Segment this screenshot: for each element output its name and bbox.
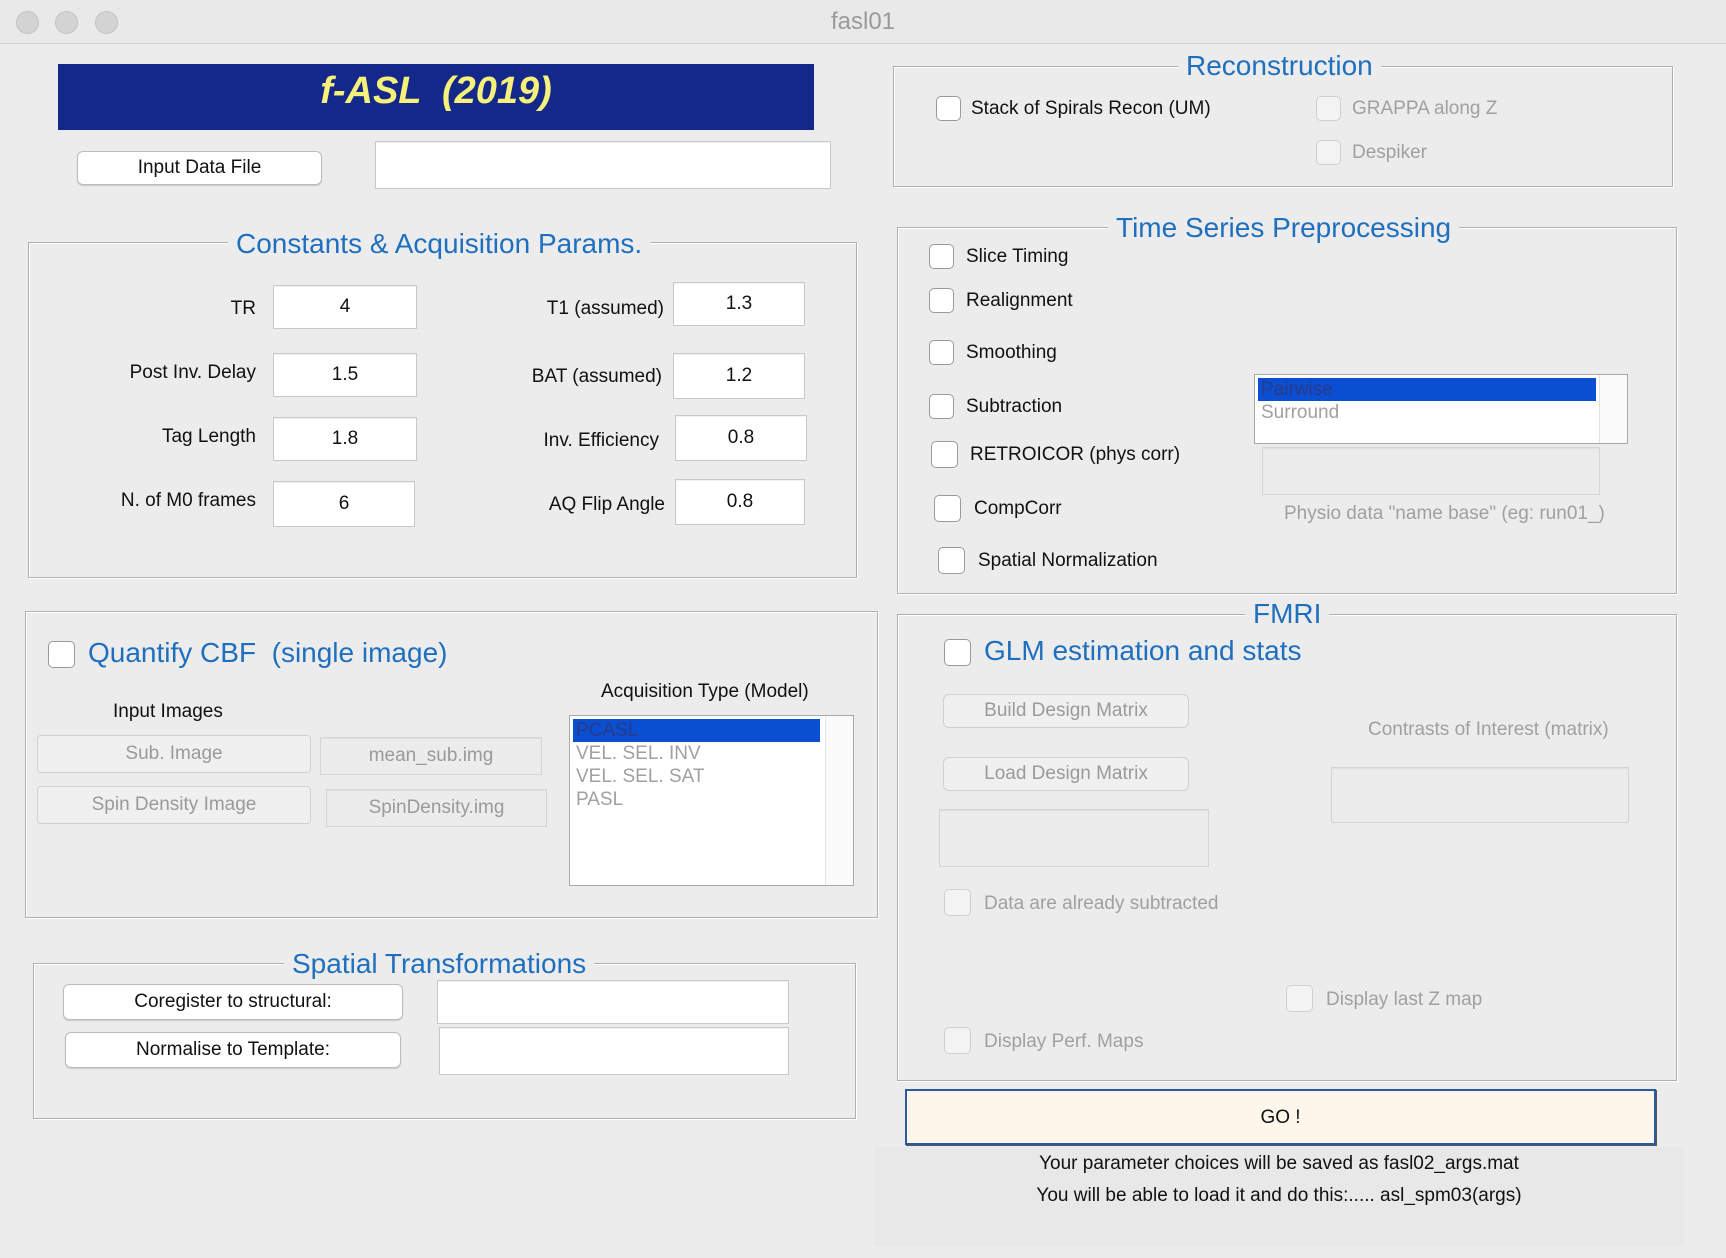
subtraction-label: Subtraction <box>966 396 1063 417</box>
subtraction-option[interactable]: Pairwise <box>1258 378 1596 401</box>
quantify-cbf-checkbox[interactable] <box>48 641 75 668</box>
stack-of-spirals-checkbox[interactable] <box>936 96 961 121</box>
t1-field[interactable]: 1.3 <box>673 282 805 326</box>
app-window: fasl01 f-ASL (2019) Input Data File Cons… <box>0 0 1726 1258</box>
physio-data-field <box>1262 447 1600 495</box>
display-perf-maps-checkbox[interactable] <box>944 1027 971 1054</box>
subtraction-method-list[interactable]: Pairwise Surround <box>1254 374 1628 444</box>
sub-image-button[interactable]: Sub. Image <box>37 735 311 773</box>
already-subtracted-label: Data are already subtracted <box>984 893 1219 914</box>
post-inv-delay-field[interactable]: 1.5 <box>273 353 417 397</box>
slice-timing-label: Slice Timing <box>966 246 1069 267</box>
flip-angle-label: AQ Flip Angle <box>548 494 665 515</box>
m0-frames-field[interactable]: 6 <box>273 481 415 527</box>
contrasts-field <box>1331 767 1629 823</box>
despiker-label: Despiker <box>1352 142 1427 163</box>
despiker-checkbox[interactable] <box>1316 140 1341 165</box>
go-button[interactable]: GO ! <box>905 1089 1656 1145</box>
compcorr-checkbox[interactable] <box>934 495 961 522</box>
acq-type-scrollbar[interactable] <box>825 716 853 885</box>
spatial-panel-title: Spatial Transformations <box>284 948 595 980</box>
slice-timing-checkbox[interactable] <box>929 244 954 269</box>
acq-type-option[interactable]: VEL. SEL. INV <box>573 742 850 765</box>
acquisition-type-label: Acquisition Type (Model) <box>601 681 809 702</box>
build-design-matrix-button[interactable]: Build Design Matrix <box>943 694 1189 728</box>
retroicor-checkbox[interactable] <box>931 441 958 468</box>
normalise-field[interactable] <box>439 1027 789 1075</box>
inv-efficiency-field[interactable]: 0.8 <box>675 415 807 461</box>
flip-angle-field[interactable]: 0.8 <box>675 479 805 525</box>
fmri-panel-title: FMRI <box>1245 598 1330 630</box>
realignment-label: Realignment <box>966 290 1073 311</box>
inv-efficiency-label: Inv. Efficiency <box>543 430 659 451</box>
acq-type-option[interactable]: PASL <box>573 788 850 811</box>
spatial-normalization-checkbox[interactable] <box>938 547 965 574</box>
stack-of-spirals-label: Stack of Spirals Recon (UM) <box>971 98 1211 119</box>
title-bar: fasl01 <box>0 0 1726 44</box>
load-message: You will be able to load it and do this:… <box>1036 1185 1522 1206</box>
smoothing-label: Smoothing <box>966 342 1057 363</box>
realignment-checkbox[interactable] <box>929 288 954 313</box>
tag-length-label: Tag Length <box>161 426 256 447</box>
glm-label: GLM estimation and stats <box>984 635 1302 666</box>
input-data-file-field[interactable] <box>375 141 831 189</box>
subtraction-option[interactable]: Surround <box>1258 401 1624 424</box>
acq-type-option[interactable]: VEL. SEL. SAT <box>573 765 850 788</box>
already-subtracted-checkbox[interactable] <box>944 889 971 916</box>
coregister-button[interactable]: Coregister to structural: <box>63 984 403 1020</box>
m0-frames-label: N. of M0 frames <box>120 490 256 511</box>
contrasts-label: Contrasts of Interest (matrix) <box>1368 719 1609 740</box>
display-z-map-checkbox[interactable] <box>1286 985 1313 1012</box>
grappa-checkbox[interactable] <box>1316 96 1341 121</box>
display-perf-maps-label: Display Perf. Maps <box>984 1031 1144 1052</box>
spatial-normalization-label: Spatial Normalization <box>978 550 1158 571</box>
compcorr-label: CompCorr <box>974 498 1062 519</box>
reconstruction-panel-title: Reconstruction <box>1178 50 1381 82</box>
spin-density-field: SpinDensity.img <box>326 789 547 827</box>
tr-field[interactable]: 4 <box>273 285 417 329</box>
acquisition-type-list[interactable]: PCASL VEL. SEL. INV VEL. SEL. SAT PASL <box>569 715 854 886</box>
display-z-map-label: Display last Z map <box>1326 989 1483 1010</box>
physio-data-label: Physio data "name base" (eg: run01_) <box>1284 503 1605 524</box>
glm-checkbox[interactable] <box>944 639 971 666</box>
tr-label: TR <box>230 298 256 319</box>
save-message: Your parameter choices will be saved as … <box>1039 1153 1519 1174</box>
smoothing-checkbox[interactable] <box>929 340 954 365</box>
input-data-file-button[interactable]: Input Data File <box>77 151 322 185</box>
coregister-field[interactable] <box>437 980 789 1024</box>
preprocessing-panel-title: Time Series Preprocessing <box>1108 212 1460 244</box>
retroicor-label: RETROICOR (phys corr) <box>970 444 1181 465</box>
grappa-label: GRAPPA along Z <box>1352 98 1498 119</box>
input-images-label: Input Images <box>113 701 223 722</box>
quantify-cbf-label: Quantify CBF (single image) <box>88 637 448 668</box>
reconstruction-panel <box>893 66 1673 187</box>
acq-type-option[interactable]: PCASL <box>573 719 820 742</box>
t1-label: T1 (assumed) <box>546 298 664 319</box>
constants-panel-title: Constants & Acquisition Params. <box>228 228 651 260</box>
subtraction-list-scrollbar[interactable] <box>1599 375 1627 443</box>
window-title: fasl01 <box>830 8 896 35</box>
bat-field[interactable]: 1.2 <box>673 353 805 399</box>
sub-image-field: mean_sub.img <box>320 737 542 775</box>
spin-density-image-button[interactable]: Spin Density Image <box>37 786 311 824</box>
banner-title: f-ASL (2019) <box>320 70 552 112</box>
design-matrix-field <box>939 809 1209 867</box>
normalise-button[interactable]: Normalise to Template: <box>65 1032 401 1068</box>
post-inv-delay-label: Post Inv. Delay <box>129 362 256 383</box>
subtraction-checkbox[interactable] <box>929 394 954 419</box>
tag-length-field[interactable]: 1.8 <box>273 417 417 461</box>
bat-label: BAT (assumed) <box>531 366 662 387</box>
load-design-matrix-button[interactable]: Load Design Matrix <box>943 757 1189 791</box>
